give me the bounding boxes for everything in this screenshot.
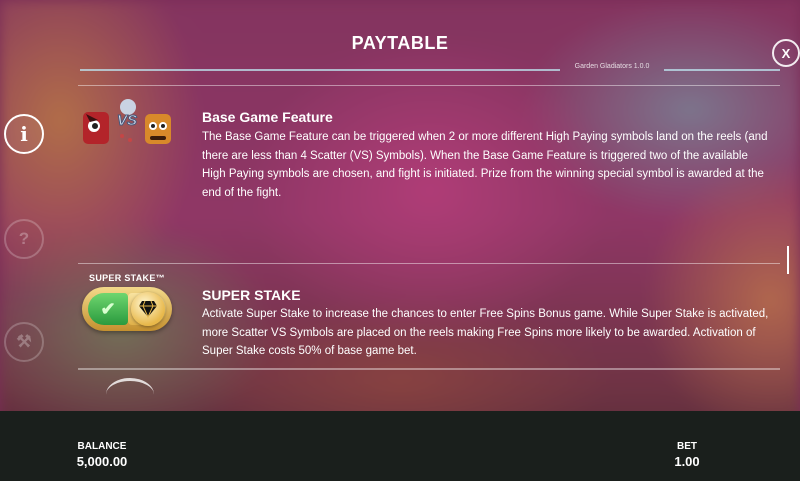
diamond-icon (131, 292, 165, 326)
check-icon: ✔ (88, 293, 128, 325)
super-stake-toggle: ✔ (82, 287, 172, 331)
close-button[interactable]: X (772, 39, 800, 67)
section-divider (78, 85, 780, 86)
header-divider-right (664, 69, 780, 71)
next-section-icon-partial (106, 378, 154, 411)
vs-fight-icon: VS (83, 99, 171, 144)
wrench-icon: ⚒ (16, 332, 32, 351)
super-stake-title: SUPER STAKE (202, 287, 301, 303)
close-icon: X (781, 45, 791, 61)
info-icon: i (20, 122, 28, 146)
vs-text: VS (117, 112, 137, 129)
page-title: PAYTABLE (351, 33, 449, 53)
balance-label: BALANCE (77, 441, 127, 452)
super-stake-description: Activate Super Stake to increase the cha… (202, 308, 769, 357)
settings-tab-button[interactable]: ⚒ (4, 322, 44, 362)
bet-value: 1.00 (674, 454, 700, 469)
base-game-feature-description: The Base Game Feature can be triggered w… (202, 131, 768, 199)
question-icon: ? (18, 229, 30, 248)
balance-value: 5,000.00 (76, 454, 128, 469)
header-divider-left (80, 69, 560, 71)
section-divider (78, 368, 780, 370)
help-tab-button[interactable]: ? (4, 219, 44, 259)
base-game-feature-title: Base Game Feature (202, 109, 333, 125)
version-label: Garden Gladiators 1.0.0 (574, 63, 650, 70)
section-divider (78, 263, 780, 264)
scrollbar-thumb[interactable] (787, 246, 789, 274)
bet-label: BET (677, 441, 697, 452)
info-tab-button[interactable]: i (4, 114, 44, 154)
super-stake-logo-label: SUPER STAKE™ (89, 273, 165, 283)
